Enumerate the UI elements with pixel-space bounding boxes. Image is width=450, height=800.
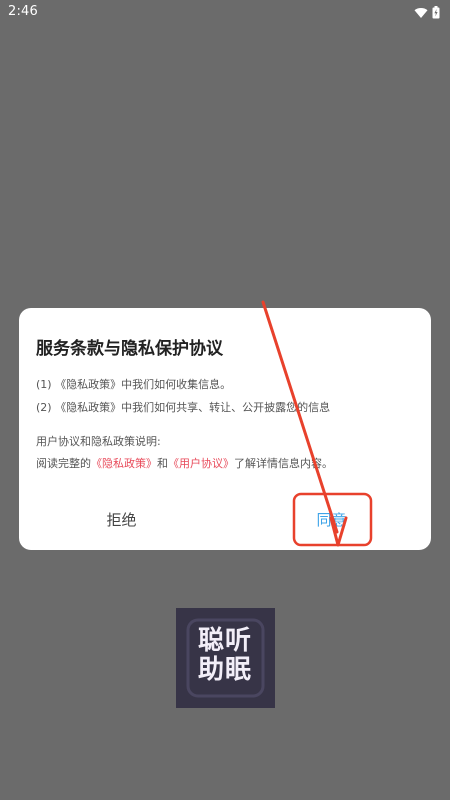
logo-text-line1: 聪听 xyxy=(198,626,253,656)
policy-explanation-heading: 用户协议和隐私政策说明: xyxy=(36,435,161,448)
status-bar: 2:46 xyxy=(0,0,450,24)
policy-line-share: (2) 《隐私政策》中我们如何共享、转让、公开披露您的信息 xyxy=(36,401,331,414)
wifi-icon xyxy=(414,4,428,23)
policy-read-full: 阅读完整的《隐私政策》和《用户协议》了解详情信息内容。 xyxy=(36,456,333,472)
agree-button[interactable]: 同意 xyxy=(289,502,374,538)
dialog-title: 服务条款与隐私保护协议 xyxy=(36,339,223,359)
user-agreement-link[interactable]: 《用户协议》 xyxy=(168,457,234,470)
logo-text-line2: 助眠 xyxy=(198,655,253,685)
reject-button[interactable]: 拒绝 xyxy=(79,502,164,538)
privacy-dialog: 服务条款与隐私保护协议 (1) 《隐私政策》中我们如何收集信息。 (2) 《隐私… xyxy=(19,308,431,550)
status-time: 2:46 xyxy=(8,4,38,19)
policy-line-collect: (1) 《隐私政策》中我们如何收集信息。 xyxy=(36,378,232,391)
privacy-policy-link[interactable]: 《隐私政策》 xyxy=(91,457,157,470)
read-full-and: 和 xyxy=(157,457,168,470)
read-full-prefix: 阅读完整的 xyxy=(36,457,91,470)
screen: 2:46 服务条款与隐私保护协议 (1) 《隐私政策》中我们如何收集信息。 (2… xyxy=(0,0,450,800)
app-logo: 聪听 助眠 xyxy=(176,608,275,708)
status-icons xyxy=(414,4,440,23)
read-full-suffix: 了解详情信息内容。 xyxy=(234,457,333,470)
battery-icon xyxy=(432,4,440,23)
